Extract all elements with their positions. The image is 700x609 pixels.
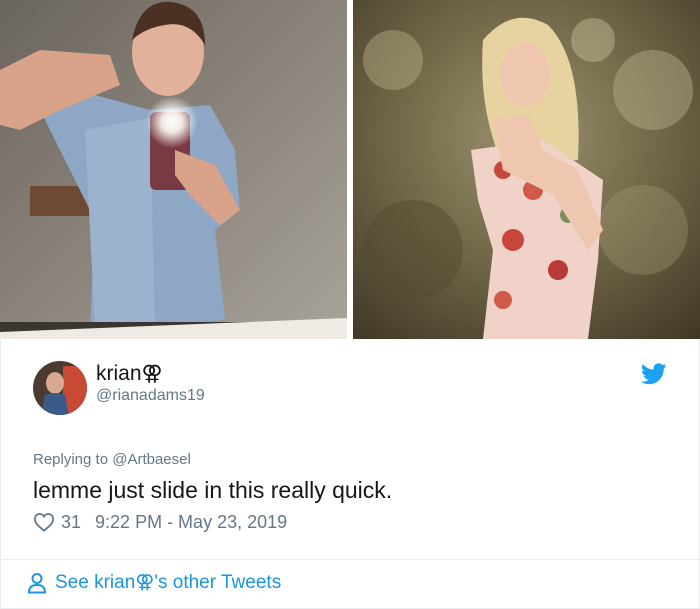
divider (1, 559, 699, 560)
heart-icon[interactable] (33, 512, 55, 532)
replying-to-line[interactable]: Replying to @Artbaesel (33, 451, 191, 468)
tweet-meta: 31 9:22 PM - May 23, 2019 (33, 511, 287, 533)
person-icon (27, 572, 47, 593)
mirror-selfie-photo[interactable] (0, 0, 347, 339)
tweet-text: lemme just slide in this really quick. (33, 477, 393, 503)
user-handle[interactable]: @rianadams19 (96, 387, 205, 405)
other-tweets-label[interactable]: See krian⚢'s other Tweets (55, 571, 281, 594)
tweet-card: krian⚢ @rianadams19 Replying to @Artbaes… (0, 339, 700, 609)
tweet-media (0, 0, 700, 339)
avatar[interactable] (33, 361, 87, 415)
floral-dress-portrait-photo[interactable] (353, 0, 700, 339)
twitter-bird-icon[interactable] (641, 363, 667, 385)
display-name[interactable]: krian⚢ (96, 361, 163, 386)
tweet-timestamp[interactable]: 9:22 PM - May 23, 2019 (95, 512, 287, 533)
like-count[interactable]: 31 (61, 512, 81, 533)
other-tweets-link[interactable]: See krian⚢'s other Tweets (27, 571, 281, 594)
